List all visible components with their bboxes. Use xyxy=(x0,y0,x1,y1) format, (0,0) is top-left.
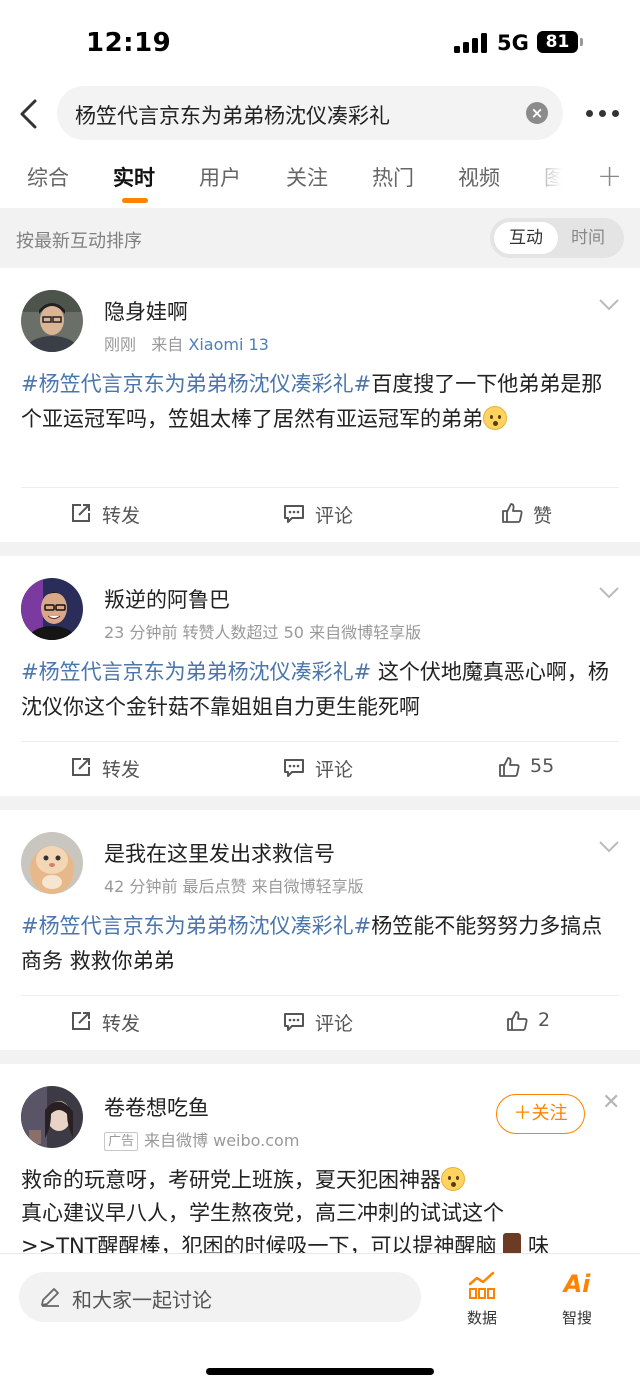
add-tab-icon[interactable]: + xyxy=(597,162,622,192)
avatar[interactable] xyxy=(21,832,83,894)
follow-button[interactable]: ＋关注 xyxy=(496,1094,585,1134)
post-username[interactable]: 卷卷想吃鱼 xyxy=(104,1092,209,1122)
post-card: 叛逆的阿鲁巴 23 分钟前 转赞人数超过 50 来自微博轻享版 #杨笠代言京东为… xyxy=(0,556,640,796)
post-separator xyxy=(0,796,640,810)
tab-hot[interactable]: 热门 xyxy=(372,162,414,192)
post-separator xyxy=(0,1050,640,1064)
sort-option-interaction[interactable]: 互动 xyxy=(494,222,558,254)
cellular-signal-icon xyxy=(454,33,488,53)
comment-icon xyxy=(284,1013,304,1031)
tab-fade xyxy=(520,150,580,208)
battery-tip xyxy=(580,38,583,46)
sort-bar: 按最新互动排序 互动 时间 xyxy=(0,208,640,268)
ai-search-label: 智搜 xyxy=(561,1309,592,1327)
post-username[interactable]: 叛逆的阿鲁巴 xyxy=(104,584,230,614)
pencil-icon xyxy=(41,1288,59,1307)
data-label: 数据 xyxy=(466,1309,497,1327)
network-type: 5G xyxy=(497,31,529,55)
sleepy-emoji-icon xyxy=(441,1167,465,1191)
tab-realtime[interactable]: 实时 xyxy=(113,162,155,192)
tab-users[interactable]: 用户 xyxy=(199,162,241,192)
sort-option-time[interactable]: 时间 xyxy=(556,222,620,254)
repost-icon xyxy=(72,758,90,776)
ai-search-icon: Ai xyxy=(563,1270,591,1298)
like-count: 2 xyxy=(538,1009,551,1031)
ad-line-3: >>TNT醒醒棒，犯困的时候吸一下，可以提神醒脑 xyxy=(21,1234,497,1253)
post-actions: 转发 评论 55 xyxy=(0,742,640,794)
ai-search-button[interactable]: Ai 智搜 xyxy=(547,1270,607,1330)
post-separator xyxy=(0,542,640,556)
close-icon[interactable]: ✕ xyxy=(602,1092,620,1114)
thumbs-up-icon xyxy=(499,757,520,777)
post-time: 刚刚 xyxy=(104,335,137,354)
post-meta: 广告 来自微博 weibo.com xyxy=(104,1127,299,1151)
post-meta: 23 分钟前 转赞人数超过 50 来自微博轻享版 xyxy=(104,623,422,642)
ad-line-2: 真心建议早八人，学生熬夜党，高三冲刺的试试这个 xyxy=(21,1201,504,1225)
discuss-placeholder: 和大家一起讨论 xyxy=(72,1288,212,1312)
bottom-bar: 和大家一起讨论 数据 Ai 智搜 xyxy=(0,1253,640,1387)
ad-line-1: 救命的玩意呀，考研党上班族，夏天犯困神器 xyxy=(21,1168,441,1192)
clear-search-icon[interactable]: × xyxy=(526,102,548,124)
post-source-prefix: 来自 xyxy=(151,335,184,354)
avatar[interactable] xyxy=(21,578,83,640)
ad-post-card: 卷卷想吃鱼 广告 来自微博 weibo.com ＋关注 ✕ 救命的玩意呀，考研党上… xyxy=(0,1064,640,1253)
comment-icon xyxy=(284,759,304,777)
ad-line-3-tail: 味 xyxy=(527,1234,549,1253)
home-indicator xyxy=(206,1368,434,1375)
post-text: #杨笠代言京东为弟弟杨沈仪凑彩礼#百度搜了一下他弟弟是那个亚运冠军吗，笠姐太棒了… xyxy=(21,367,621,437)
post-text: 救命的玩意呀，考研党上班族，夏天犯困神器 真心建议早八人，学生熬夜党，高三冲刺的… xyxy=(21,1164,621,1253)
post-hashtag[interactable]: #杨笠代言京东为弟弟杨沈仪凑彩礼# xyxy=(21,914,371,938)
status-bar: 12:19 5G 81 xyxy=(0,0,640,86)
search-input[interactable]: 杨笠代言京东为弟弟杨沈仪凑彩礼 × xyxy=(57,86,563,140)
chevron-down-icon[interactable] xyxy=(598,298,620,312)
post-source: 来自微博 weibo.com xyxy=(144,1131,300,1150)
data-chart-icon xyxy=(468,1271,495,1299)
tab-following[interactable]: 关注 xyxy=(286,162,328,192)
post-actions: 转发 评论 2 xyxy=(0,996,640,1048)
more-options-icon[interactable] xyxy=(586,110,620,118)
post-card: 是我在这里发出求救信号 42 分钟前 最后点赞 来自微博轻享版 #杨笠代言京东为… xyxy=(0,810,640,1050)
tab-bar: 综合 实时 用户 关注 热门 视频 图 + xyxy=(0,150,640,208)
post-card: 隐身娃啊 刚刚 来自 Xiaomi 13 #杨笠代言京东为弟弟杨沈仪凑彩礼#百度… xyxy=(0,268,640,542)
data-button[interactable]: 数据 xyxy=(452,1270,512,1330)
battery-icon: 81 xyxy=(537,31,578,53)
post-username[interactable]: 是我在这里发出求救信号 xyxy=(104,838,335,868)
back-arrow-icon[interactable] xyxy=(16,98,42,130)
tab-comprehensive[interactable]: 综合 xyxy=(27,162,69,192)
avatar[interactable] xyxy=(21,290,83,352)
post-source-link[interactable]: Xiaomi 13 xyxy=(188,335,268,354)
thumbs-up-icon xyxy=(507,1011,528,1031)
post-username[interactable]: 隐身娃啊 xyxy=(104,296,188,326)
drink-emoji-icon xyxy=(503,1233,522,1253)
active-tab-indicator xyxy=(122,198,148,203)
tab-video[interactable]: 视频 xyxy=(458,162,500,192)
repost-icon xyxy=(72,1012,90,1030)
post-hashtag[interactable]: #杨笠代言京东为弟弟杨沈仪凑彩礼# xyxy=(21,660,371,684)
search-header: 杨笠代言京东为弟弟杨沈仪凑彩礼 × xyxy=(0,86,640,142)
comment-icon xyxy=(284,505,304,523)
ad-badge: 广告 xyxy=(104,1132,139,1151)
chevron-down-icon[interactable] xyxy=(598,586,620,600)
post-meta: 刚刚 来自 Xiaomi 13 xyxy=(104,331,269,355)
like-count: 55 xyxy=(530,755,555,777)
status-time: 12:19 xyxy=(86,28,172,58)
post-text: #杨笠代言京东为弟弟杨沈仪凑彩礼#杨笠能不能努努力多搞点商务 救救你弟弟 xyxy=(21,909,621,979)
post-hashtag[interactable]: #杨笠代言京东为弟弟杨沈仪凑彩礼# xyxy=(21,372,371,396)
post-actions: 转发 评论 赞 xyxy=(0,488,640,540)
post-meta: 42 分钟前 最后点赞 来自微博轻享版 xyxy=(104,877,364,896)
chevron-down-icon[interactable] xyxy=(598,840,620,854)
sort-label: 按最新互动排序 xyxy=(16,231,142,252)
crying-emoji-icon xyxy=(483,406,507,430)
discuss-input[interactable]: 和大家一起讨论 xyxy=(19,1272,421,1322)
post-text: #杨笠代言京东为弟弟杨沈仪凑彩礼# 这个伏地魔真恶心啊，杨沈仪你这个金针菇不靠姐… xyxy=(21,655,621,725)
thumbs-up-icon xyxy=(502,503,523,523)
avatar[interactable] xyxy=(21,1086,83,1148)
sort-toggle: 互动 时间 xyxy=(490,218,624,258)
search-query: 杨笠代言京东为弟弟杨沈仪凑彩礼 xyxy=(75,104,390,128)
repost-icon xyxy=(72,504,90,522)
